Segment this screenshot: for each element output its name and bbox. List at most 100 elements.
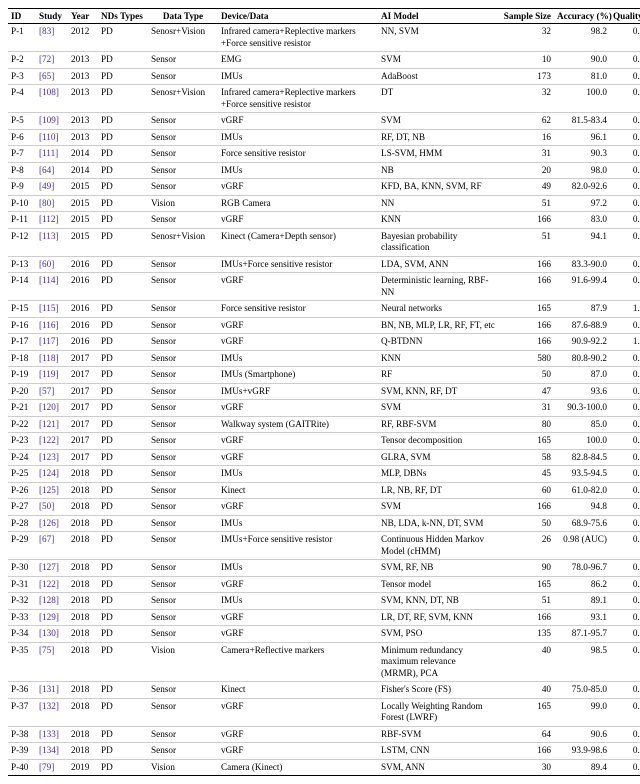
cell-nd: PD [98, 642, 148, 682]
cell-study: [129] [36, 609, 68, 626]
cell-dt: Sensor [148, 113, 218, 130]
reference-link[interactable]: [111] [39, 148, 58, 158]
reference-link[interactable]: [119] [39, 369, 59, 379]
cell-id: P-24 [8, 449, 36, 466]
reference-link[interactable]: [122] [39, 579, 59, 589]
cell-id: P-19 [8, 367, 36, 384]
reference-link[interactable]: [123] [39, 452, 59, 462]
cell-dev: vGRF [218, 698, 378, 726]
reference-link[interactable]: [72] [39, 54, 54, 64]
reference-link[interactable]: [80] [39, 198, 54, 208]
reference-link[interactable]: [108] [39, 87, 59, 97]
reference-link[interactable]: [79] [39, 762, 54, 772]
reference-link[interactable]: [116] [39, 320, 59, 330]
reference-link[interactable]: [118] [39, 353, 59, 363]
cell-year: 2017 [68, 416, 98, 433]
reference-link[interactable]: [65] [39, 71, 54, 81]
studies-table: ID Study Year NDs Types Data Type Device… [8, 8, 640, 776]
cell-study: [110] [36, 129, 68, 146]
table-row: P-24[123]2017PDSensorvGRFGLRA, SVM5882.8… [8, 449, 640, 466]
reference-link[interactable]: [109] [39, 115, 59, 125]
cell-nd: PD [98, 24, 148, 52]
table-row: P-2[72]2013PDSensorEMGSVM1090.00.33 [8, 52, 640, 69]
reference-link[interactable]: [127] [39, 562, 59, 572]
reference-link[interactable]: [131] [39, 684, 59, 694]
reference-link[interactable]: [115] [39, 303, 59, 313]
reference-link[interactable]: [75] [39, 645, 54, 655]
reference-link[interactable]: [128] [39, 595, 59, 605]
cell-dev: vGRF [218, 743, 378, 760]
table-row: P-8[64]2014PDSensorIMUsNB2098.00.33 [8, 162, 640, 179]
cell-q: 0.33 [610, 129, 640, 146]
cell-study: [119] [36, 367, 68, 384]
cell-dt: Sensor [148, 576, 218, 593]
cell-ai: NB [378, 162, 498, 179]
cell-ss: 50 [498, 367, 554, 384]
cell-dev: vGRF [218, 400, 378, 417]
cell-q: 0.67 [610, 400, 640, 417]
cell-year: 2012 [68, 24, 98, 52]
cell-study: [50] [36, 499, 68, 516]
cell-nd: PD [98, 482, 148, 499]
col-year: Year [68, 9, 98, 24]
cell-nd: PD [98, 400, 148, 417]
cell-nd: PD [98, 334, 148, 351]
cell-study: [113] [36, 228, 68, 256]
reference-link[interactable]: [121] [39, 419, 59, 429]
reference-link[interactable]: [122] [39, 435, 59, 445]
cell-dt: Senosr+Vision [148, 85, 218, 113]
cell-ai: Locally Weighting Random Forest (LWRF) [378, 698, 498, 726]
cell-acc: 90.3 [554, 146, 610, 163]
cell-nd: PD [98, 146, 148, 163]
cell-dev: EMG [218, 52, 378, 69]
reference-link[interactable]: [49] [39, 181, 54, 191]
reference-link[interactable]: [132] [39, 701, 59, 711]
cell-ai: LR, DT, RF, SVM, KNN [378, 609, 498, 626]
cell-acc: 98.0 [554, 162, 610, 179]
cell-dt: Sensor [148, 350, 218, 367]
cell-dt: Sensor [148, 273, 218, 301]
cell-study: [128] [36, 593, 68, 610]
cell-q: 0.44 [610, 416, 640, 433]
cell-study: [118] [36, 350, 68, 367]
reference-link[interactable]: [57] [39, 386, 54, 396]
cell-acc: 93.6 [554, 383, 610, 400]
reference-link[interactable]: [83] [39, 26, 54, 36]
cell-id: P-1 [8, 24, 36, 52]
reference-link[interactable]: [120] [39, 402, 59, 412]
cell-ss: 49 [498, 179, 554, 196]
reference-link[interactable]: [125] [39, 485, 59, 495]
cell-ai: KNN [378, 212, 498, 229]
cell-study: [65] [36, 68, 68, 85]
reference-link[interactable]: [126] [39, 518, 59, 528]
reference-link[interactable]: [124] [39, 468, 59, 478]
cell-id: P-12 [8, 228, 36, 256]
reference-link[interactable]: [117] [39, 336, 59, 346]
reference-link[interactable]: [110] [39, 132, 59, 142]
cell-acc: 75.0-85.0 [554, 682, 610, 699]
reference-link[interactable]: [133] [39, 729, 59, 739]
cell-dev: vGRF [218, 334, 378, 351]
reference-link[interactable]: [134] [39, 745, 59, 755]
table-row: P-18[118]2017PDSensorIMUsKNN58080.8-90.2… [8, 350, 640, 367]
cell-id: P-10 [8, 195, 36, 212]
cell-study: [124] [36, 466, 68, 483]
cell-year: 2017 [68, 367, 98, 384]
reference-link[interactable]: [112] [39, 214, 59, 224]
reference-link[interactable]: [50] [39, 501, 54, 511]
cell-year: 2016 [68, 317, 98, 334]
cell-q: 0.56 [610, 609, 640, 626]
reference-link[interactable]: [60] [39, 259, 54, 269]
cell-acc: 100.0 [554, 85, 610, 113]
reference-link[interactable]: [64] [39, 165, 54, 175]
reference-link[interactable]: [113] [39, 231, 59, 241]
reference-link[interactable]: [130] [39, 628, 59, 638]
reference-link[interactable]: [114] [39, 275, 59, 285]
reference-link[interactable]: [67] [39, 534, 54, 544]
cell-dt: Sensor [148, 317, 218, 334]
reference-link[interactable]: [129] [39, 612, 59, 622]
cell-acc: 80.8-90.2 [554, 350, 610, 367]
cell-year: 2017 [68, 433, 98, 450]
cell-ss: 51 [498, 228, 554, 256]
cell-ai: RF, RBF-SVM [378, 416, 498, 433]
